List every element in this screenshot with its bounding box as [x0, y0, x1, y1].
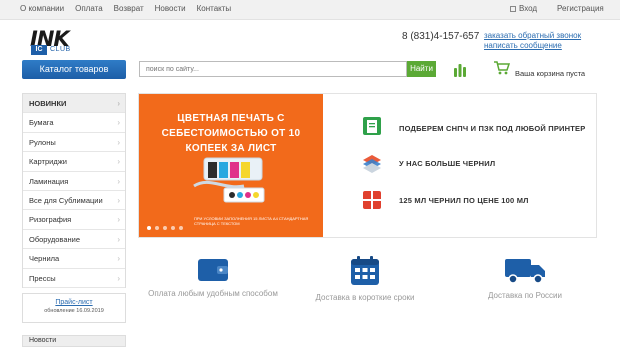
service-russia-delivery: Доставка по России — [470, 255, 580, 300]
chevron-right-icon: › — [117, 118, 120, 128]
slider-dot[interactable] — [179, 226, 183, 230]
nav-about[interactable]: О компании — [20, 4, 64, 13]
sidebar-item-rolls[interactable]: Рулоны › — [23, 133, 125, 153]
sidebar-item-label: Все для Сублимации — [29, 195, 103, 205]
slider-dot[interactable] — [147, 226, 151, 230]
cart-status[interactable]: Ваша корзина пуста — [515, 69, 585, 78]
sidebar-item-label: Прессы — [29, 273, 56, 283]
feature-printer-match: ПОДБЕРЕМ СНПЧ И ПЗК ПОД ЛЮБОЙ ПРИНТЕР — [399, 124, 586, 133]
lock-icon — [510, 5, 516, 12]
price-list-link[interactable]: Прайс-лист — [23, 299, 125, 306]
ink-system-illustration — [193, 157, 265, 203]
sidebar-item-label: Бумага — [29, 118, 54, 128]
wallet-icon — [198, 259, 228, 281]
price-list-box: Прайс-лист обновление 16.09.2019 — [22, 293, 126, 323]
promo-banner[interactable]: ЦВЕТНАЯ ПЕЧАТЬ С СЕБЕСТОИМОСТЬЮ ОТ 10 КО… — [138, 93, 597, 238]
gift-icon — [363, 191, 381, 209]
nav-news[interactable]: Новости — [155, 4, 186, 13]
cart-icon[interactable] — [494, 61, 510, 75]
login-link[interactable]: Вход — [510, 4, 537, 13]
chevron-right-icon: › — [117, 215, 120, 225]
compare-icon[interactable] — [452, 61, 468, 77]
sidebar-item-cartridges[interactable]: Картриджи › — [23, 152, 125, 172]
register-link[interactable]: Регистрация — [557, 4, 604, 13]
sidebar-item-lamination[interactable]: Ламинация › — [23, 172, 125, 191]
clipboard-icon — [363, 117, 381, 135]
service-payment: Оплата любым удобным способом — [148, 255, 278, 298]
sidebar-item-label: Чернила — [29, 254, 60, 264]
price-list-date: обновление 16.09.2019 — [44, 308, 104, 314]
banner-promo-panel: ЦВЕТНАЯ ПЕЧАТЬ С СЕБЕСТОИМОСТЬЮ ОТ 10 КО… — [139, 94, 323, 237]
logo-ic-badge: IC — [31, 45, 47, 55]
callback-link[interactable]: заказать обратный звонок — [484, 31, 581, 40]
sidebar-item-ink[interactable]: Чернила › — [23, 249, 125, 269]
calendar-icon — [351, 256, 379, 285]
sidebar-item-sublimation[interactable]: Все для Сублимации › — [23, 191, 125, 211]
service-fast-delivery: Доставка в короткие сроки — [305, 255, 425, 302]
sidebar-item-paper[interactable]: Бумага › — [23, 113, 125, 133]
category-sidebar: НОВИНКИ › Бумага › Рулоны › Картриджи › Лами… — [22, 93, 126, 288]
chevron-right-icon: › — [117, 254, 120, 264]
nav-return[interactable]: Возврат — [114, 4, 144, 13]
chevron-right-icon: › — [117, 99, 120, 108]
paper-stack-icon — [363, 155, 381, 173]
slider-dot[interactable] — [171, 226, 175, 230]
news-header[interactable]: Новости — [22, 335, 126, 347]
sidebar-item-label: Картриджи — [29, 157, 67, 167]
search-button[interactable]: Найти — [407, 61, 436, 77]
sidebar-item-label: Ризография — [29, 215, 72, 225]
search-input[interactable] — [139, 61, 407, 77]
chevron-right-icon: › — [117, 195, 120, 205]
sidebar-item-label: НОВИНКИ — [29, 99, 67, 108]
banner-footnote: ПРИ УСЛОВИИ ЗАПОЛНЕНИЯ 15 ЛИСТА А4 СТАНД… — [194, 216, 309, 226]
login-label: Вход — [519, 4, 538, 13]
nav-payment[interactable]: Оплата — [75, 4, 103, 13]
nav-contacts[interactable]: Контакты — [197, 4, 232, 13]
service-label: Доставка по России — [488, 291, 562, 300]
sidebar-item-risography[interactable]: Ризография › — [23, 210, 125, 230]
truck-icon — [505, 259, 545, 284]
slider-dot[interactable] — [163, 226, 167, 230]
top-nav: О компании Оплата Возврат Новости Контак… — [20, 4, 231, 13]
slider-dot[interactable] — [155, 226, 159, 230]
top-bar: О компании Оплата Возврат Новости Контак… — [0, 0, 620, 20]
sidebar-item-equipment[interactable]: Оборудование › — [23, 230, 125, 250]
feature-more-ink: У НАС БОЛЬШЕ ЧЕРНИЛ — [399, 159, 496, 168]
catalog-button[interactable]: Каталог товаров — [22, 60, 126, 79]
phone-number: 8 (831)4-157-657 — [402, 31, 480, 42]
write-message-link[interactable]: написать сообщение — [484, 41, 562, 50]
logo-sub-text: CLUB — [50, 46, 71, 53]
chevron-right-icon: › — [117, 137, 120, 147]
chevron-right-icon: › — [117, 273, 120, 283]
service-label: Доставка в короткие сроки — [315, 293, 415, 302]
feature-ink-offer: 125 МЛ ЧЕРНИЛ ПО ЦЕНЕ 100 МЛ — [399, 196, 529, 205]
chevron-right-icon: › — [117, 234, 120, 244]
sidebar-item-label: Рулоны — [29, 137, 56, 147]
banner-title: ЦВЕТНАЯ ПЕЧАТЬ С СЕБЕСТОИМОСТЬЮ ОТ 10 КО… — [161, 113, 301, 154]
service-label: Оплата любым удобным способом — [148, 289, 278, 298]
sidebar-item-new[interactable]: НОВИНКИ › — [23, 94, 125, 114]
chevron-right-icon: › — [117, 157, 120, 167]
sidebar-item-label: Ламинация — [29, 176, 69, 186]
sidebar-item-label: Оборудование — [29, 234, 81, 244]
site-logo[interactable]: INK IC CLUB — [30, 27, 78, 59]
slider-dots — [147, 226, 183, 230]
sidebar-item-presses[interactable]: Прессы › — [23, 269, 125, 288]
chevron-right-icon: › — [117, 176, 120, 186]
